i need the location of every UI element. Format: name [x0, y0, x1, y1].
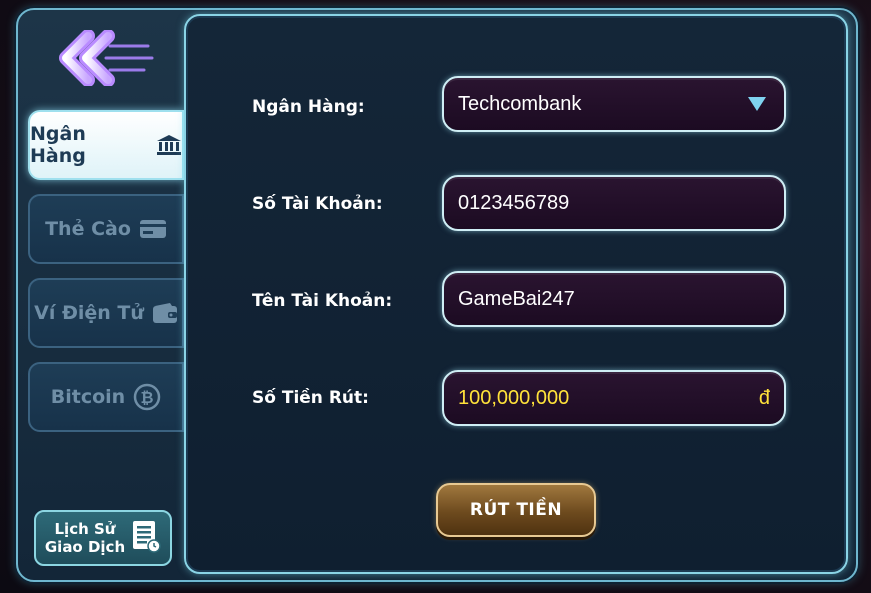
currency-symbol: đ — [758, 386, 770, 409]
amount-input[interactable]: 100,000,000 đ — [442, 370, 786, 426]
transaction-history-button[interactable]: Lịch Sử Giao Dịch — [34, 510, 172, 566]
tab-label: Ví Điện Tử — [34, 302, 144, 324]
back-button[interactable] — [58, 29, 158, 87]
account-number-input[interactable]: 0123456789 — [442, 175, 786, 231]
amount-value: 100,000,000 — [458, 386, 570, 409]
history-label-line2: Giao Dịch — [44, 538, 126, 556]
bitcoin-icon: ₿ — [133, 383, 161, 411]
withdraw-button[interactable]: RÚT TIỀN — [436, 483, 596, 537]
history-label-line1: Lịch Sử — [54, 520, 116, 538]
tab-label: Ngân Hàng — [30, 123, 86, 167]
tab-label: Bitcoin — [50, 386, 126, 408]
tab-vi-dien-tu[interactable]: Ví Điện Tử — [28, 278, 184, 348]
amount-label: Số Tiền Rút: — [252, 388, 369, 408]
bank-icon — [156, 134, 182, 156]
account-name-input[interactable]: GameBai247 — [442, 271, 786, 327]
account-number-value: 0123456789 — [458, 191, 570, 214]
tab-bitcoin[interactable]: Bitcoin ₿ — [28, 362, 184, 432]
tab-ngan-hang[interactable]: Ngân Hàng — [28, 110, 184, 180]
double-chevron-left-icon — [59, 29, 154, 87]
tab-label: Thẻ Cào — [45, 218, 131, 240]
svg-text:₿: ₿ — [141, 388, 154, 407]
tab-the-cao[interactable]: Thẻ Cào — [28, 194, 184, 264]
account-name-label: Tên Tài Khoản: — [252, 291, 393, 311]
bank-label: Ngân Hàng: — [252, 97, 365, 117]
account-number-label: Số Tài Khoản: — [252, 194, 383, 214]
card-icon — [139, 219, 167, 239]
account-name-value: GameBai247 — [458, 287, 575, 310]
history-icon — [131, 519, 161, 557]
dropdown-arrow-icon — [748, 97, 766, 111]
bank-select[interactable]: Techcombank — [442, 76, 786, 132]
bank-select-value: Techcombank — [458, 92, 582, 115]
wallet-icon — [152, 302, 178, 324]
